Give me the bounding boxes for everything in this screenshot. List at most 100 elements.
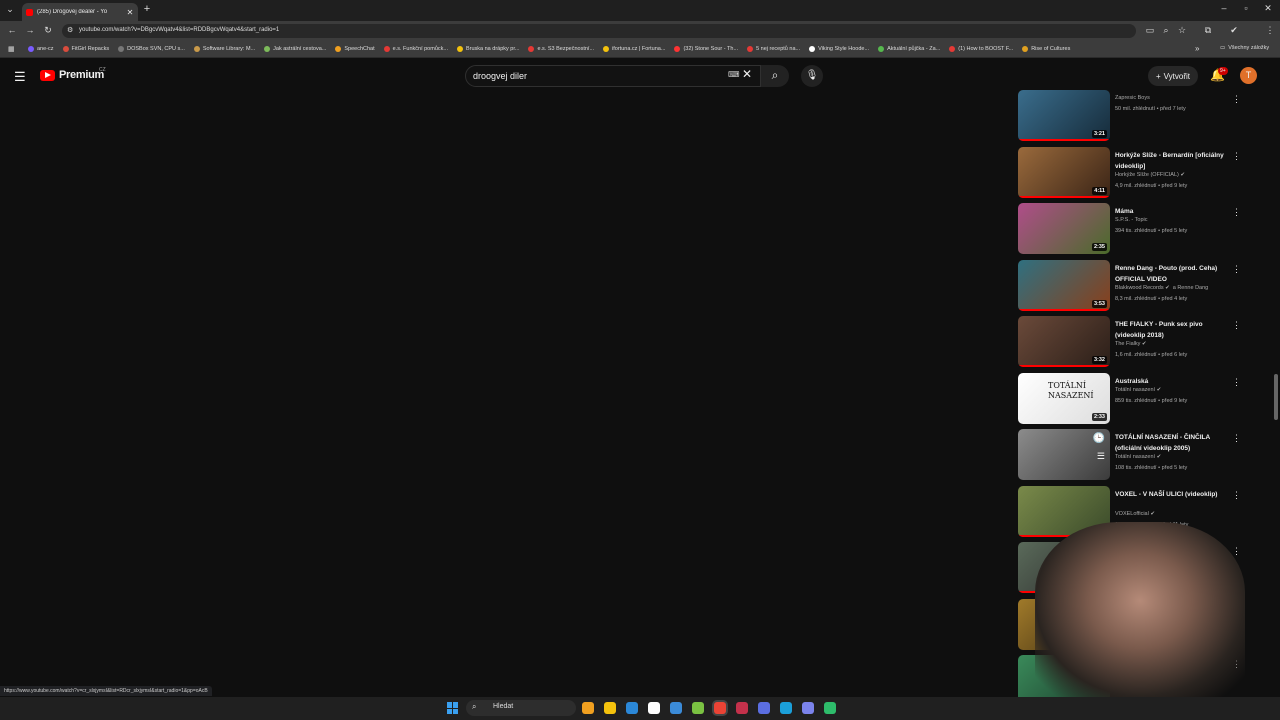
video-thumbnail[interactable]: 3:53 [1018,259,1110,311]
channel-name[interactable]: Totální nasazení ✔ [1115,387,1161,393]
new-tab-button[interactable]: + [141,3,153,15]
browser-menu-icon[interactable]: ⋮ [1264,25,1276,36]
bookmark-item[interactable]: 5 nej receptů na... [747,46,800,52]
search-input[interactable]: droogvej diler [465,65,761,87]
taskbar-search[interactable]: ⌕ Hledat [466,700,576,716]
more-actions-icon[interactable]: ⋮ [1232,207,1241,218]
playlist-item[interactable]: 🕒 ☰ TOTÁLNÍ NASAZENÍ - ČINČILA (oficiální … [1018,429,1248,483]
channel-name[interactable]: Horkýže Slíže (OFFICIAL) ✔ [1115,172,1185,178]
video-thumbnail[interactable]: 3:32 [1018,316,1110,367]
window-close-icon[interactable]: ✕ [1262,3,1274,14]
video-thumbnail[interactable]: TOTÁLNÍ NASAZENÍ 2:33 [1018,372,1110,424]
channel-name[interactable]: Blakkwood Records ✔ a Renne Dang [1115,285,1208,291]
more-actions-icon[interactable]: ⋮ [1232,377,1241,388]
bookmark-item[interactable]: (32) Stone Sour - Th... [674,46,738,52]
video-title[interactable]: Renne Dang - Pouto (prod. Ceha) OFFICIAL… [1115,263,1231,285]
more-actions-icon[interactable]: ⋮ [1232,264,1241,275]
bookmark-item[interactable]: DOSBox SVN, CPU s... [118,46,185,52]
playlist-scrollbar[interactable] [1274,374,1278,420]
bookmarks-overflow-icon[interactable]: » [1195,44,1199,53]
taskbar-app-icon[interactable] [670,702,682,714]
video-title[interactable]: TOTÁLNÍ NASAZENÍ - ČINČILA (oficiální vi… [1115,432,1231,454]
taskbar-app-icon[interactable] [714,702,726,714]
channel-name[interactable]: Zapresic Boys [1115,95,1150,101]
channel-name[interactable]: S.P.S. - Topic [1115,217,1148,223]
more-actions-icon[interactable]: ⋮ [1232,546,1241,557]
bookmark-star-icon[interactable]: ☆ [1176,25,1188,36]
zoom-icon[interactable]: ⌕ [1160,25,1172,36]
tab-close-icon[interactable]: ✕ [126,8,134,17]
taskbar-app-icon[interactable] [692,702,704,714]
bookmark-item[interactable]: SpeechChat [335,46,375,52]
more-actions-icon[interactable]: ⋮ [1232,433,1241,444]
taskbar-app-icon[interactable] [626,702,638,714]
bookmark-item[interactable]: (1) How to BOOST F... [949,46,1013,52]
cast-icon[interactable]: ▭ [1144,25,1156,36]
search-button[interactable]: ⌕ [761,65,789,87]
taskbar-app-icon[interactable] [780,702,792,714]
more-actions-icon[interactable]: ⋮ [1232,320,1241,331]
create-button[interactable]: + Vytvořit [1148,66,1198,86]
channel-name[interactable]: VOXELofficial ✔ [1115,511,1155,517]
taskbar-app-icon[interactable] [604,702,616,714]
taskbar-app-icon[interactable] [736,702,748,714]
more-actions-icon[interactable]: ⋮ [1232,94,1241,105]
maximize-icon[interactable]: ▫ [1240,3,1252,13]
back-icon[interactable]: ← [6,25,18,35]
video-title[interactable]: VOXEL - V NAŠÍ ULICI (videoklip) [1115,489,1231,500]
windows-start-icon[interactable] [447,702,459,714]
add-to-queue-icon[interactable]: ☰ [1097,451,1105,462]
video-thumbnail[interactable]: 4:11 [1018,146,1110,198]
video-title[interactable]: THE FIALKY - Punk sex pivo (videoklip 20… [1115,319,1231,341]
video-title[interactable]: Máma [1115,206,1231,217]
bookmark-item[interactable]: e.s. S3 Bezpečnostní... [528,46,594,52]
bookmark-item[interactable]: Jak astrální cestova... [264,46,326,52]
channel-name[interactable]: The Fialky ✔ [1115,341,1147,347]
bookmark-item[interactable]: ifortuna.cz | Fortuna... [603,46,665,52]
reload-icon[interactable]: ↻ [42,25,54,36]
tab-search-chevron-icon[interactable]: ⌄ [4,4,16,15]
youtube-premium-logo[interactable]: Premium [40,69,104,81]
video-thumbnail[interactable]: 🕒 ☰ [1018,429,1110,480]
all-bookmarks-button[interactable]: ▭ Všechny záložky [1220,45,1269,51]
video-thumbnail[interactable]: 3:21 [1018,90,1110,141]
video-title[interactable]: Australská [1115,376,1231,387]
more-actions-icon[interactable]: ⋮ [1232,490,1241,501]
account-avatar[interactable]: T [1240,67,1257,84]
bookmark-item[interactable]: e.s. Funkční pomůck... [383,46,448,52]
playlist-item[interactable]: 4:11 Horkýže Slíže - Bernardín [oficiálny… [1018,146,1248,201]
playlist-item[interactable]: 3:53 Renne Dang - Pouto (prod. Ceha) OFFI… [1018,259,1248,314]
taskbar-app-icon[interactable] [582,702,594,714]
keyboard-icon[interactable]: ⌨ [728,70,740,79]
taskbar-app-icon[interactable] [824,702,836,714]
bookmark-item[interactable]: Software Library: M... [193,46,255,52]
playlist-item[interactable]: 3:32 THE FIALKY - Punk sex pivo (videokli… [1018,316,1248,370]
channel-name[interactable]: Totální nasazení ✔ [1115,454,1161,460]
site-info-icon[interactable]: ⚙ [67,26,73,34]
forward-icon[interactable]: → [24,25,36,35]
extension-icon[interactable]: ✔ [1228,25,1240,36]
apps-grid-icon[interactable]: ▦ [8,45,15,53]
video-thumbnail[interactable]: 2:35 [1018,203,1110,254]
voice-search-button[interactable]: 🎙 [801,65,823,87]
bookmark-item[interactable]: ane-cz [28,46,54,52]
video-title[interactable]: Horkýže Slíže - Bernardín [oficiálny vid… [1115,150,1231,172]
bookmark-item[interactable]: Rise of Cultures [1022,46,1070,52]
bookmark-item[interactable]: FitGirl Repacks [62,46,109,52]
browser-tab-active[interactable]: (285) Drogovej dealer - Yo ✕ [22,3,138,21]
bookmark-item[interactable]: Viking Style Hoode... [809,46,869,52]
taskbar-app-icon[interactable] [648,702,660,714]
playlist-item[interactable]: TOTÁLNÍ NASAZENÍ 2:33 Australská Totální na… [1018,372,1248,427]
taskbar-app-icon[interactable] [758,702,770,714]
bookmark-item[interactable]: Bruska na drápky pr... [456,46,519,52]
playlist-item[interactable]: 3:21 Zapresic Boys 50 mil. zhlédnutí • pře… [1018,90,1248,144]
extensions-icon[interactable]: ⧉ [1202,25,1214,36]
clear-search-icon[interactable]: ✕ [742,67,752,81]
address-bar[interactable]: ⚙ youtube.com/watch?v=DBgcvWqatv4&list=R… [62,24,1136,38]
hamburger-menu-icon[interactable]: ☰ [14,69,26,85]
watch-later-icon[interactable]: 🕒 [1093,433,1105,444]
taskbar-app-icon[interactable] [802,702,814,714]
more-actions-icon[interactable]: ⋮ [1232,151,1241,162]
bookmark-item[interactable]: Aktuální půjčka - Za... [878,46,940,52]
playlist-item[interactable]: 2:35 Máma S.P.S. - Topic 394 tis. zhlédnutí… [1018,203,1248,257]
